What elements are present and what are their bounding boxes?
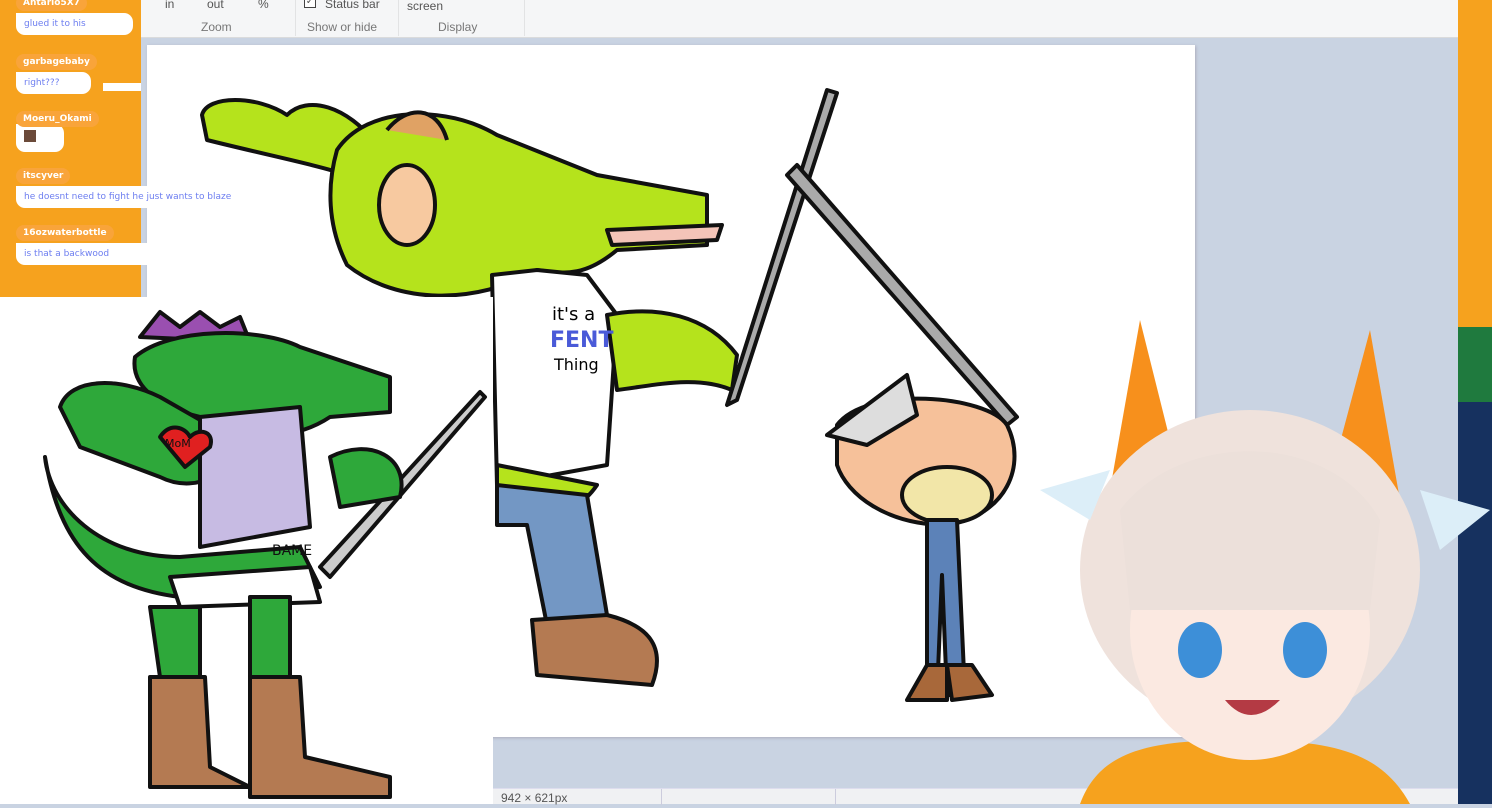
shirt-text-2: FENT [550,328,613,353]
display-group-label: Display [438,20,478,34]
status-bar-label: Status bar [325,0,380,11]
shirt-text-3: Thing [553,355,599,374]
vtuber-avatar [1000,310,1492,804]
zoom-100-button[interactable]: % [258,0,269,11]
drawing-overlay-gator: MoM BAME [0,297,493,804]
chat-emote [16,124,64,152]
divider [103,83,141,91]
zoom-out-button[interactable]: out [207,0,224,11]
shirt-text-1: it's a [552,304,595,325]
heart-text: MoM [165,437,191,450]
divider [295,0,296,36]
chat-username: itscyver [16,168,71,184]
zoom-group-label: Zoom [201,20,232,34]
canvas-size: 942 × 621px [501,791,568,805]
divider [398,0,399,36]
status-bar-checkbox[interactable]: ✓ [304,0,316,8]
chat-message: he doesnt need to fight he just wants to… [16,186,292,208]
chat-overlay: Antario5X7 glued it to his garbagebaby rig… [0,0,292,297]
chat-username: garbagebaby [16,54,97,70]
chat-message: glued it to his [16,13,133,35]
chat-username: 16ozwaterbottle [16,225,114,241]
chat-username: Moeru_Okami [16,111,99,127]
chat-username: Antario5X7 [16,0,87,11]
chat-message: is that a backwood [16,243,168,265]
paint-ribbon: in out % Zoom ✓ Status bar Show or hide … [141,0,1458,38]
zoom-in-button[interactable]: in [165,0,174,11]
full-screen-button[interactable]: screen [407,0,443,13]
chat-message: right??? [16,72,91,94]
divider [524,0,525,36]
belt-text: BAME [272,543,312,559]
show-hide-group-label: Show or hide [307,20,378,34]
